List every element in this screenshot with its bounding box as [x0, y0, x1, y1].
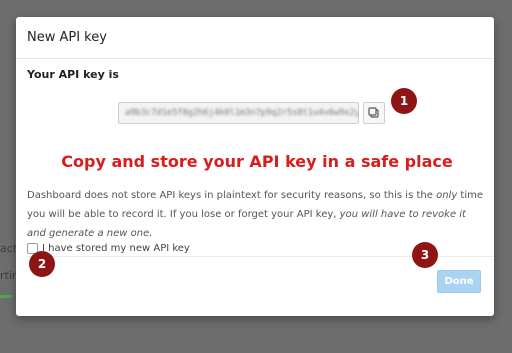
api-key-row: a9b3c7d1e5f8g2h6j4k0l1m3n7p9q2r5s8t1u4v6… — [118, 101, 385, 125]
step-badge-2: 2 — [29, 251, 55, 277]
description-text: Dashboard does not store API keys in pla… — [27, 190, 433, 201]
step-badge-1: 1 — [391, 88, 417, 114]
security-description: Dashboard does not store API keys in pla… — [27, 186, 487, 243]
stored-key-checkbox-row[interactable]: I have stored my new API key — [27, 243, 190, 254]
copy-icon — [368, 107, 379, 118]
modal-body: Your API key is a9b3c7d1e5f8g2h6j4k0l1m3… — [27, 68, 494, 257]
step-badge-3: 3 — [412, 242, 438, 268]
modal-header: New API key — [16, 17, 494, 59]
new-api-key-dialog: New API key Your API key is a9b3c7d1e5f8… — [16, 17, 494, 316]
description-emphasis: only — [436, 190, 458, 201]
warning-message: Copy and store your API key in a safe pl… — [61, 152, 453, 171]
done-button[interactable]: Done — [437, 270, 481, 293]
copy-button[interactable] — [363, 102, 385, 124]
stored-key-checkbox-label[interactable]: I have stored my new API key — [42, 243, 190, 254]
api-key-field[interactable]: a9b3c7d1e5f8g2h6j4k0l1m3n7p9q2r5s8t1u4v6… — [118, 102, 359, 124]
api-key-label: Your API key is — [27, 68, 119, 81]
api-key-value: a9b3c7d1e5f8g2h6j4k0l1m3n7p9q2r5s8t1u4v6… — [125, 108, 358, 118]
modal-title: New API key — [27, 30, 107, 45]
background-green-bar — [0, 295, 12, 298]
